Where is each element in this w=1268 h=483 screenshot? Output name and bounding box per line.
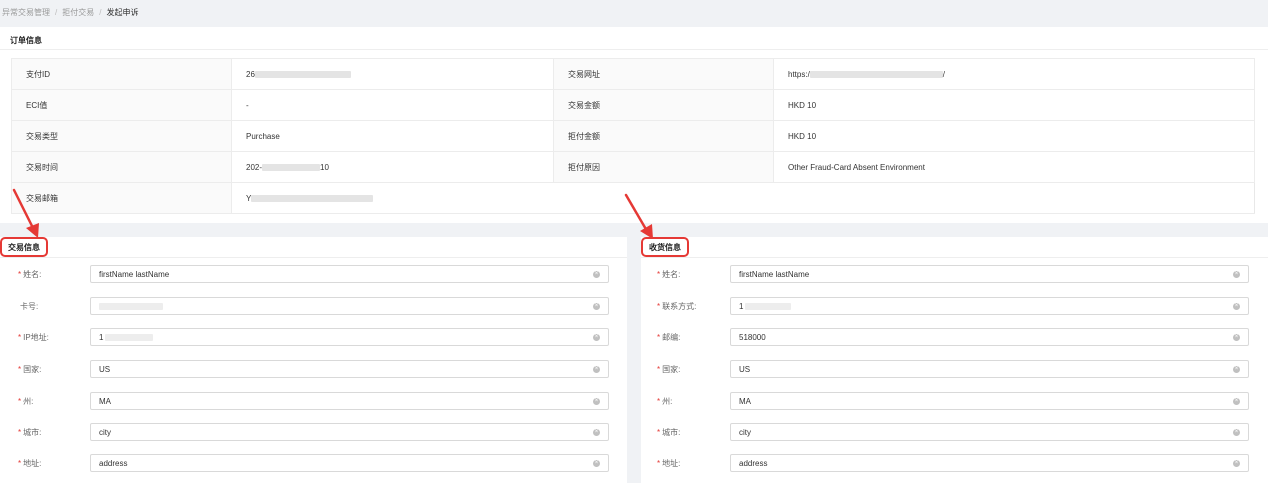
transaction-info-panel: 交易信息 * 姓名: firstName lastName × 卡号: × * IP地… xyxy=(0,237,627,483)
form-row-contact: * 联系方式: 1 × xyxy=(641,297,1268,315)
form-row-address: * 地址: address × xyxy=(641,454,1268,472)
table-value: HKD 10 xyxy=(773,89,1255,121)
transaction-info-title: 交易信息 xyxy=(0,237,48,257)
country-input[interactable]: US × xyxy=(730,360,1249,378)
address-input[interactable]: address × xyxy=(90,454,609,472)
breadcrumb-item-current: 发起申诉 xyxy=(106,8,139,17)
red-arrow-icon xyxy=(624,193,653,239)
clear-icon[interactable]: × xyxy=(1233,460,1240,467)
form-row-city: * 城市: city × xyxy=(641,423,1268,441)
form-row-address: * 地址: address × xyxy=(0,454,627,472)
clear-icon[interactable]: × xyxy=(1233,398,1240,405)
field-label: * 地址: xyxy=(657,458,681,468)
zip-code-input[interactable]: 518000 × xyxy=(730,328,1249,346)
clear-icon[interactable]: × xyxy=(1233,271,1240,278)
order-info-table: 支付ID 26 交易网址 https:// ECI值 - 交易金额 HKD 10… xyxy=(11,58,1255,214)
table-label: 交易金额 xyxy=(553,89,774,121)
redacted-block xyxy=(254,70,351,78)
table-label: 交易类型 xyxy=(11,120,232,152)
form-row-state: * 州: MA × xyxy=(0,392,627,410)
redacted-block xyxy=(745,302,792,310)
table-value: Other Fraud-Card Absent Environment xyxy=(773,151,1255,183)
field-label: * 城市: xyxy=(657,427,681,437)
table-row: 支付ID 26 交易网址 https:// xyxy=(11,58,1255,90)
table-label: 支付ID xyxy=(11,58,232,90)
form-row-country: * 国家: US × xyxy=(641,360,1268,378)
form-row-country: * 国家: US × xyxy=(0,360,627,378)
transaction-info-header: 交易信息 xyxy=(0,237,627,258)
table-label: 拒付金额 xyxy=(553,120,774,152)
form-row-state: * 州: MA × xyxy=(641,392,1268,410)
form-row-name: * 姓名: firstName lastName × xyxy=(641,265,1268,283)
field-label: * 联系方式: xyxy=(657,301,697,311)
table-label: 拒付原因 xyxy=(553,151,774,183)
field-label: * 州: xyxy=(18,396,34,406)
breadcrumb-item-exception[interactable]: 异常交易管理 xyxy=(2,8,50,17)
shipping-info-panel: 收货信息 * 姓名: firstName lastName × * 联系方式: 1 × … xyxy=(641,237,1268,483)
clear-icon[interactable]: × xyxy=(1233,429,1240,436)
redacted-block xyxy=(105,333,154,341)
table-value: HKD 10 xyxy=(773,120,1255,152)
clear-icon[interactable]: × xyxy=(1233,303,1240,310)
shipping-info-header: 收货信息 xyxy=(641,237,1268,258)
field-label: * 国家: xyxy=(657,364,681,374)
field-label: * 城市: xyxy=(18,427,42,437)
redacted-block xyxy=(262,163,321,171)
redacted-block xyxy=(99,302,163,310)
breadcrumb-separator: / xyxy=(55,8,58,17)
table-label: 交易时间 xyxy=(11,151,232,183)
clear-icon[interactable]: × xyxy=(593,398,600,405)
field-label: * 州: xyxy=(657,396,673,406)
order-info-title: 订单信息 xyxy=(0,27,1268,50)
form-row-name: * 姓名: firstName lastName × xyxy=(0,265,627,283)
table-value: 26 xyxy=(231,58,554,90)
redacted-block xyxy=(809,70,943,78)
name-input[interactable]: firstName lastName × xyxy=(90,265,609,283)
field-label: 卡号: xyxy=(20,301,39,311)
form-row-city: * 城市: city × xyxy=(0,423,627,441)
table-value: Purchase xyxy=(231,120,554,152)
clear-icon[interactable]: × xyxy=(593,460,600,467)
clear-icon[interactable]: × xyxy=(593,334,600,341)
clear-icon[interactable]: × xyxy=(593,303,600,310)
clear-icon[interactable]: × xyxy=(1233,366,1240,373)
clear-icon[interactable]: × xyxy=(593,366,600,373)
table-label: 交易网址 xyxy=(553,58,774,90)
clear-icon[interactable]: × xyxy=(593,271,600,278)
breadcrumb-item-chargeback[interactable]: 拒付交易 xyxy=(62,8,94,17)
contact-input[interactable]: 1 × xyxy=(730,297,1249,315)
field-label: * 国家: xyxy=(18,364,42,374)
redacted-block xyxy=(251,194,374,202)
table-value: Y xyxy=(231,182,1255,214)
form-row-zip: * 邮编: 518000 × xyxy=(641,328,1268,346)
breadcrumb: 异常交易管理 / 拒付交易 / 发起申诉 xyxy=(0,0,1268,24)
form-row-ip: * IP地址: 1 × xyxy=(0,328,627,346)
city-input[interactable]: city × xyxy=(730,423,1249,441)
field-label: * 邮编: xyxy=(657,332,681,342)
clear-icon[interactable]: × xyxy=(593,429,600,436)
table-label: ECI值 xyxy=(11,89,232,121)
breadcrumb-separator: / xyxy=(99,8,102,17)
state-input[interactable]: MA × xyxy=(90,392,609,410)
address-input[interactable]: address × xyxy=(730,454,1249,472)
table-value: 202- 10 xyxy=(231,151,554,183)
field-label: * 姓名: xyxy=(657,269,681,279)
table-row: ECI值 - 交易金额 HKD 10 xyxy=(11,89,1255,121)
table-value: https:// xyxy=(773,58,1255,90)
city-input[interactable]: city × xyxy=(90,423,609,441)
state-input[interactable]: MA × xyxy=(730,392,1249,410)
red-arrow-icon xyxy=(12,188,39,238)
clear-icon[interactable]: × xyxy=(1233,334,1240,341)
ip-address-input[interactable]: 1 × xyxy=(90,328,609,346)
field-label: * 地址: xyxy=(18,458,42,468)
field-label: * IP地址: xyxy=(18,332,49,342)
card-number-input[interactable]: × xyxy=(90,297,609,315)
name-input[interactable]: firstName lastName × xyxy=(730,265,1249,283)
country-input[interactable]: US × xyxy=(90,360,609,378)
table-row: 交易时间 202- 10 拒付原因 Other Fraud-Card Absent… xyxy=(11,151,1255,183)
field-label: * 姓名: xyxy=(18,269,42,279)
table-row: 交易类型 Purchase 拒付金额 HKD 10 xyxy=(11,120,1255,152)
table-value: - xyxy=(231,89,554,121)
form-row-card: 卡号: × xyxy=(0,297,627,315)
